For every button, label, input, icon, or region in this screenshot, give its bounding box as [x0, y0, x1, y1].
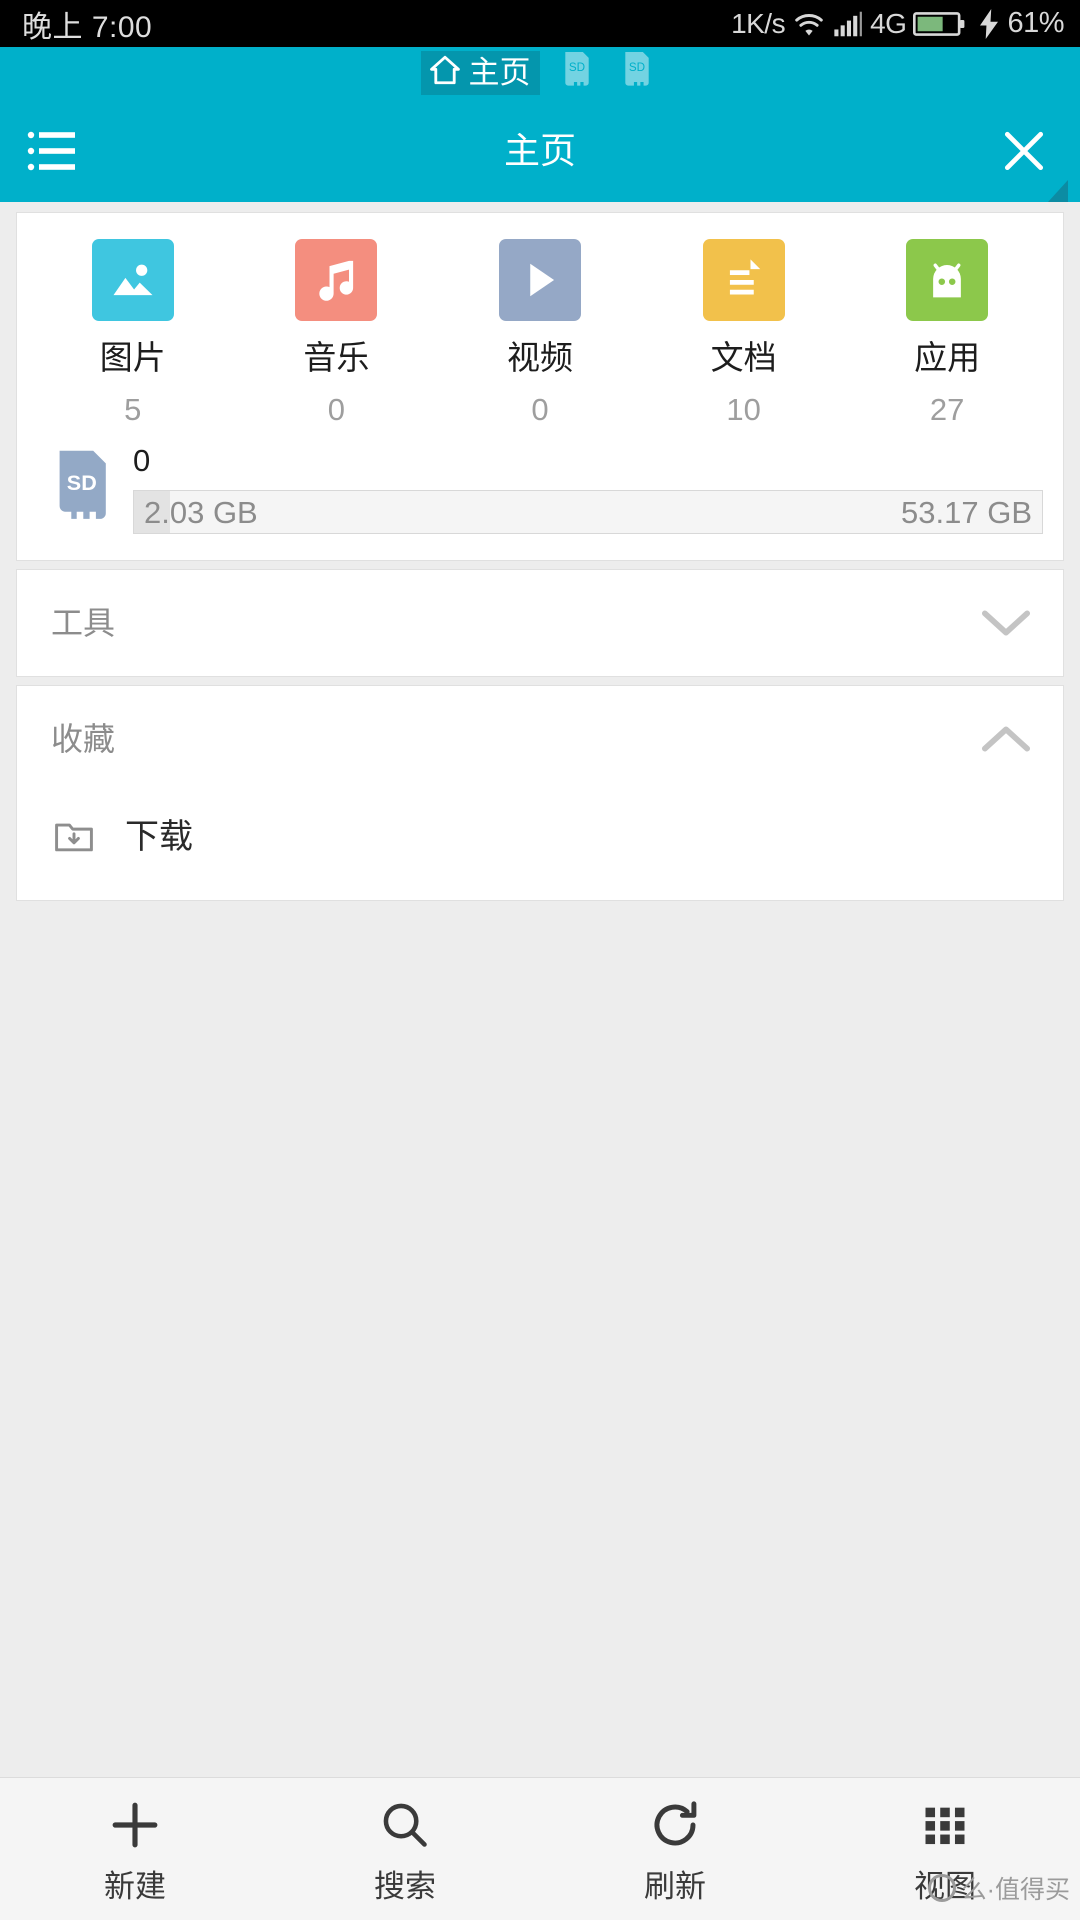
battery-charging-icon — [913, 9, 971, 39]
svg-text:SD: SD — [628, 61, 644, 74]
wifi-icon — [792, 10, 826, 38]
section-favorites-header[interactable]: 收藏 — [17, 686, 1063, 792]
category-count: 27 — [929, 392, 965, 427]
category-label: 音乐 — [303, 339, 370, 376]
category-music[interactable]: 音乐 0 — [235, 239, 439, 425]
search-icon — [379, 1797, 431, 1853]
category-row: 图片 5 音乐 0 视频 0 文档 10 应用 27 — [17, 213, 1063, 429]
bottom-toolbar: 新建 搜索 刷新 视图 — [0, 1777, 1080, 1920]
watermark: 么·值得买 — [927, 1870, 1070, 1906]
toolbar-new-button[interactable]: 新建 — [0, 1797, 270, 1902]
section-tools: 工具 — [16, 569, 1064, 677]
storage-name: 0 — [133, 443, 151, 478]
network-speed-label: 1K/s — [731, 7, 786, 39]
section-title: 工具 — [51, 605, 116, 641]
category-count: 0 — [327, 392, 346, 427]
status-indicators: 1K/s 4G 61% — [731, 7, 1064, 40]
storage-total-label: 53.17 GB — [901, 494, 1032, 530]
section-title: 收藏 — [51, 721, 116, 757]
category-documents[interactable]: 文档 10 — [642, 239, 846, 425]
watermark-logo-icon — [927, 1874, 956, 1902]
storage-row[interactable]: SD 0 2.03 GB 53.17 GB — [17, 429, 1063, 560]
category-apps[interactable]: 应用 27 — [845, 239, 1049, 425]
plus-icon — [107, 1797, 163, 1853]
document-icon — [702, 239, 785, 321]
toolbar-refresh-button[interactable]: 刷新 — [540, 1797, 810, 1902]
category-label: 应用 — [914, 339, 981, 376]
toolbar-label: 新建 — [104, 1868, 166, 1904]
svg-text:SD: SD — [67, 470, 97, 495]
category-label: 图片 — [99, 339, 166, 376]
resize-corner-icon[interactable] — [1048, 180, 1068, 202]
tab-home-label: 主页 — [468, 55, 531, 90]
chevron-up-icon[interactable] — [979, 712, 1033, 766]
battery-percent-label: 61% — [1007, 7, 1064, 39]
toolbar-label: 搜索 — [374, 1868, 436, 1904]
list-item-label: 下载 — [125, 818, 193, 856]
tab-sd-1[interactable]: SD — [554, 51, 600, 95]
signal-bars-icon — [833, 10, 863, 38]
list-item[interactable]: 下载 — [17, 792, 1063, 900]
tab-sd-2[interactable]: SD — [614, 51, 660, 95]
grid-view-icon — [919, 1797, 971, 1853]
storage-progress-bar: 2.03 GB 53.17 GB — [133, 490, 1043, 534]
category-label: 视频 — [506, 339, 573, 376]
category-count: 0 — [531, 392, 549, 427]
watermark-text: 么·值得买 — [961, 1876, 1070, 1904]
list-menu-icon[interactable] — [26, 118, 92, 184]
storage-used-label: 2.03 GB — [144, 494, 258, 530]
sd-card-icon: SD — [620, 51, 654, 95]
toolbar-label: 刷新 — [644, 1868, 706, 1904]
status-time: 晚上 7:00 — [22, 10, 153, 44]
network-type-label: 4G — [870, 7, 907, 39]
android-icon — [906, 239, 989, 321]
phone-screen: 晚上 7:00 1K/s 4G 61% 主页 SD SD 主页 图片 5 音乐 … — [0, 0, 1080, 1920]
tab-strip: 主页 SD SD — [0, 47, 1080, 99]
tab-home[interactable]: 主页 — [420, 51, 540, 95]
toolbar-search-button[interactable]: 搜索 — [270, 1797, 540, 1902]
charging-bolt-icon — [978, 8, 1000, 39]
page-title: 主页 — [503, 129, 576, 171]
image-icon — [91, 239, 174, 321]
chevron-down-icon[interactable] — [979, 596, 1033, 650]
category-count: 5 — [124, 392, 142, 427]
sd-card-icon: SD — [37, 443, 129, 527]
category-video[interactable]: 视频 0 — [438, 239, 642, 425]
storage-info: 0 2.03 GB 53.17 GB — [129, 443, 1043, 534]
app-header: 主页 — [0, 99, 1080, 202]
refresh-icon — [648, 1797, 702, 1853]
category-label: 文档 — [710, 339, 777, 376]
video-icon — [498, 239, 581, 321]
category-pictures[interactable]: 图片 5 — [31, 239, 235, 425]
status-bar: 晚上 7:00 1K/s 4G 61% — [0, 0, 1080, 47]
home-icon — [428, 53, 462, 92]
sd-card-icon: SD — [560, 51, 594, 95]
overview-card: 图片 5 音乐 0 视频 0 文档 10 应用 27 SD 0 2.03 GB … — [16, 212, 1064, 561]
section-tools-header[interactable]: 工具 — [17, 570, 1063, 676]
section-favorites: 收藏 下载 — [16, 685, 1064, 901]
close-icon[interactable] — [994, 121, 1054, 181]
category-count: 10 — [726, 392, 761, 427]
svg-text:SD: SD — [568, 61, 584, 74]
folder-download-icon — [51, 814, 97, 860]
music-icon — [295, 239, 378, 321]
main-content: 图片 5 音乐 0 视频 0 文档 10 应用 27 SD 0 2.03 GB … — [0, 202, 1080, 1777]
